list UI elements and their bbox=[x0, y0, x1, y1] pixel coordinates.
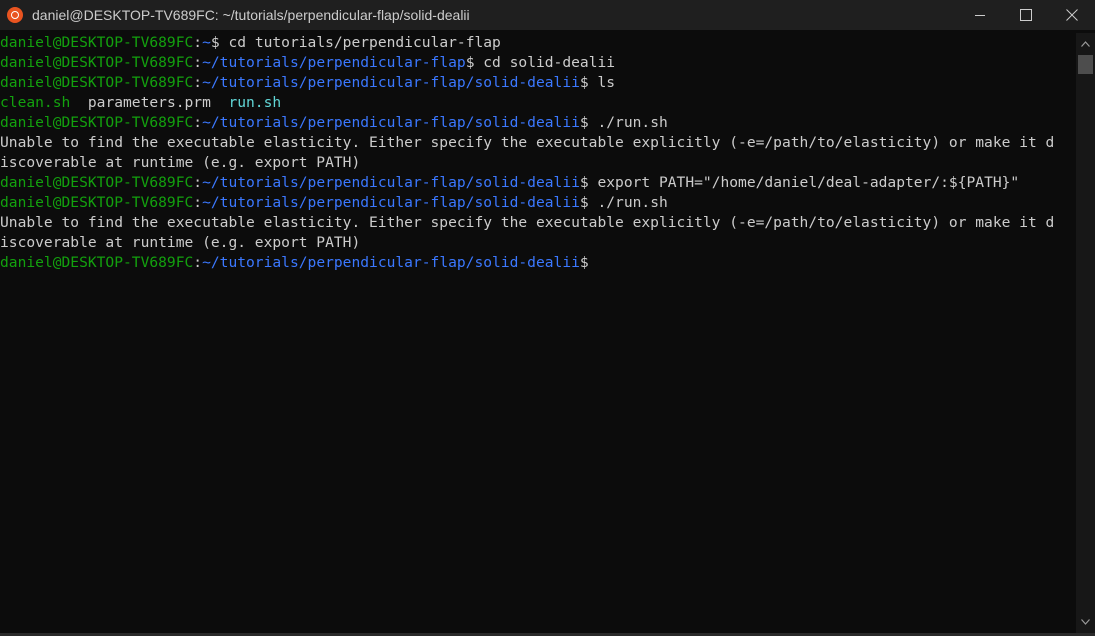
scroll-up-arrow-icon[interactable] bbox=[1076, 35, 1095, 53]
terminal-text: parameters.prm bbox=[70, 94, 229, 111]
executable-file: run.sh bbox=[228, 94, 282, 111]
prompt-path: ~/tutorials/perpendicular-flap/solid-dea… bbox=[202, 174, 580, 191]
prompt-user: daniel@DESKTOP-TV689FC bbox=[0, 174, 194, 191]
title-bar[interactable]: daniel@DESKTOP-TV689FC: ~/tutorials/perp… bbox=[0, 0, 1095, 30]
terminal-line: Unable to find the executable elasticity… bbox=[0, 133, 1076, 153]
prompt-user: daniel@DESKTOP-TV689FC bbox=[0, 34, 194, 51]
terminal-line: daniel@DESKTOP-TV689FC:~/tutorials/perpe… bbox=[0, 193, 1076, 213]
prompt-user: daniel@DESKTOP-TV689FC bbox=[0, 74, 194, 91]
prompt-path: ~ bbox=[202, 34, 211, 51]
terminal-text: iscoverable at runtime (e.g. export PATH… bbox=[0, 234, 361, 251]
terminal-text: : bbox=[193, 54, 203, 71]
terminal-text: $ ls bbox=[579, 74, 616, 91]
terminal-text: : bbox=[193, 74, 203, 91]
terminal-text: : bbox=[193, 174, 203, 191]
terminal-text: Unable to find the executable elasticity… bbox=[0, 134, 1055, 151]
close-icon bbox=[1066, 9, 1078, 21]
maximize-icon bbox=[1020, 9, 1032, 21]
prompt-user: daniel@DESKTOP-TV689FC bbox=[0, 194, 194, 211]
terminal-text: $ bbox=[579, 254, 589, 271]
terminal-line: daniel@DESKTOP-TV689FC:~/tutorials/perpe… bbox=[0, 53, 1076, 73]
window-controls bbox=[957, 0, 1095, 30]
terminal-line: daniel@DESKTOP-TV689FC:~/tutorials/perpe… bbox=[0, 253, 1076, 273]
terminal-text: : bbox=[193, 34, 203, 51]
terminal-text: Unable to find the executable elasticity… bbox=[0, 214, 1055, 231]
maximize-button[interactable] bbox=[1003, 0, 1049, 30]
scroll-down-arrow-icon[interactable] bbox=[1076, 613, 1095, 631]
minimize-button[interactable] bbox=[957, 0, 1003, 30]
prompt-user: daniel@DESKTOP-TV689FC bbox=[0, 54, 194, 71]
prompt-path: ~/tutorials/perpendicular-flap/solid-dea… bbox=[202, 74, 580, 91]
ubuntu-icon[interactable] bbox=[7, 7, 23, 23]
terminal-output[interactable]: daniel@DESKTOP-TV689FC:~$ cd tutorials/p… bbox=[0, 33, 1076, 633]
terminal-text: iscoverable at runtime (e.g. export PATH… bbox=[0, 154, 361, 171]
close-button[interactable] bbox=[1049, 0, 1095, 30]
vertical-scrollbar[interactable] bbox=[1076, 33, 1095, 633]
terminal-line: Unable to find the executable elasticity… bbox=[0, 213, 1076, 233]
terminal-text: : bbox=[193, 114, 203, 131]
window-title: daniel@DESKTOP-TV689FC: ~/tutorials/perp… bbox=[32, 7, 470, 23]
prompt-path: ~/tutorials/perpendicular-flap/solid-dea… bbox=[202, 254, 580, 271]
prompt-path: ~/tutorials/perpendicular-flap bbox=[202, 54, 466, 71]
minimize-icon bbox=[975, 15, 985, 16]
terminal-line: daniel@DESKTOP-TV689FC:~/tutorials/perpe… bbox=[0, 173, 1076, 193]
terminal-line: daniel@DESKTOP-TV689FC:~/tutorials/perpe… bbox=[0, 113, 1076, 133]
terminal-text: clean.sh bbox=[0, 94, 71, 111]
terminal-line: daniel@DESKTOP-TV689FC:~$ cd tutorials/p… bbox=[0, 33, 1076, 53]
terminal-text: : bbox=[193, 254, 203, 271]
terminal-line: iscoverable at runtime (e.g. export PATH… bbox=[0, 153, 1076, 173]
prompt-path: ~/tutorials/perpendicular-flap/solid-dea… bbox=[202, 194, 580, 211]
terminal-text: $ export PATH="/home/daniel/deal-adapter… bbox=[579, 174, 1020, 191]
terminal-text: $ cd solid-dealii bbox=[465, 54, 616, 71]
terminal-text: $ cd tutorials/perpendicular-flap bbox=[210, 34, 501, 51]
terminal-line: clean.sh parameters.prm run.sh bbox=[0, 93, 1076, 113]
prompt-path: ~/tutorials/perpendicular-flap/solid-dea… bbox=[202, 114, 580, 131]
terminal-window: daniel@DESKTOP-TV689FC: ~/tutorials/perp… bbox=[0, 0, 1095, 636]
prompt-user: daniel@DESKTOP-TV689FC bbox=[0, 114, 194, 131]
scroll-thumb[interactable] bbox=[1078, 55, 1093, 74]
terminal-text: $ ./run.sh bbox=[579, 114, 668, 131]
terminal-text: : bbox=[193, 194, 203, 211]
terminal-text: $ ./run.sh bbox=[579, 194, 668, 211]
terminal-line: daniel@DESKTOP-TV689FC:~/tutorials/perpe… bbox=[0, 73, 1076, 93]
prompt-user: daniel@DESKTOP-TV689FC bbox=[0, 254, 194, 271]
terminal-line: iscoverable at runtime (e.g. export PATH… bbox=[0, 233, 1076, 253]
